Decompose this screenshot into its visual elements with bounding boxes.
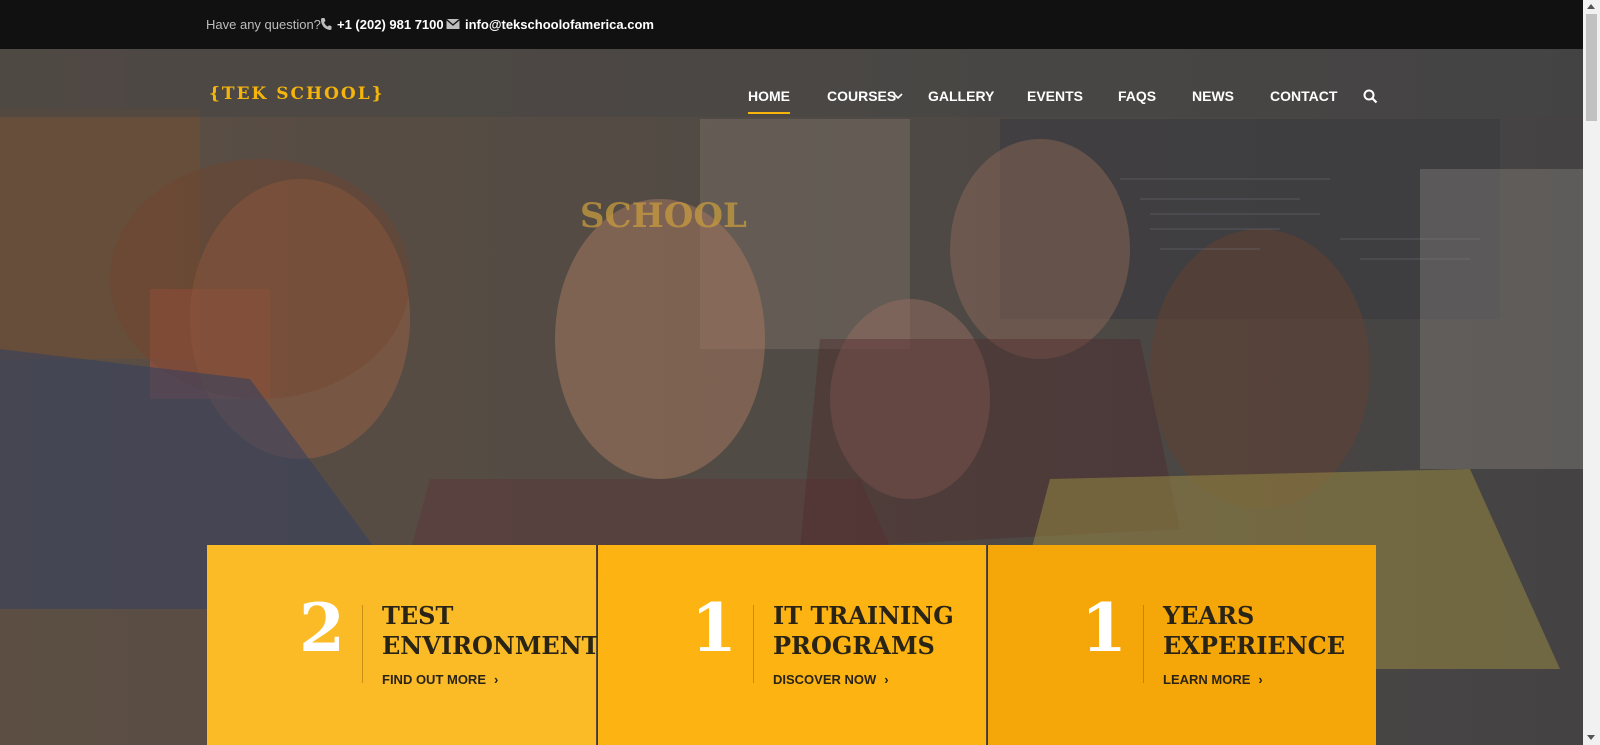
chevron-right-icon: › (494, 672, 499, 687)
school-sign-text: SCHOOL (580, 196, 747, 236)
nav-contact[interactable]: CONTACT (1270, 88, 1337, 104)
phone-link[interactable]: +1 (202) 981 7100 (337, 17, 444, 32)
learn-more-link[interactable]: LEARN MORE › (1163, 672, 1263, 687)
feature-divider (1143, 605, 1144, 683)
feature-number: 1 (1081, 589, 1127, 667)
link-label: LEARN MORE (1163, 672, 1251, 687)
nav-gallery[interactable]: GALLERY (928, 88, 994, 104)
phone-icon (321, 18, 332, 30)
scroll-thumb[interactable] (1586, 14, 1597, 121)
link-label: FIND OUT MORE (382, 672, 486, 687)
feature-title: YEARS EXPERIENCE (1163, 601, 1345, 661)
feature-box-test-environments: 2 TEST ENVIRONMENTS FIND OUT MORE › (207, 545, 617, 745)
feature-box-years-experience: 1 YEARS EXPERIENCE LEARN MORE › (987, 545, 1376, 745)
nav-courses[interactable]: COURSES (827, 88, 896, 104)
feature-title-line2: PROGRAMS (773, 631, 935, 660)
nav-news[interactable]: NEWS (1192, 88, 1234, 104)
scroll-down-arrow-icon[interactable] (1587, 735, 1595, 740)
feature-title-line1: YEARS (1163, 601, 1255, 630)
feature-title-line2: EXPERIENCE (1163, 631, 1346, 660)
feature-box-it-training: 1 IT TRAINING PROGRAMS DISCOVER NOW › (597, 545, 986, 745)
feature-title-line1: IT TRAINING (773, 601, 954, 630)
nav-home[interactable]: HOME (748, 88, 790, 114)
page-scrollbar[interactable] (1583, 0, 1600, 745)
nav-faqs[interactable]: FAQS (1118, 88, 1156, 104)
question-text: Have any question? (206, 17, 321, 32)
chevron-down-icon[interactable] (893, 92, 903, 100)
discover-now-link[interactable]: DISCOVER NOW › (773, 672, 889, 687)
chevron-right-icon: › (1258, 672, 1263, 687)
envelope-icon (446, 18, 460, 29)
feature-divider (362, 605, 363, 683)
feature-title: TEST ENVIRONMENTS (382, 601, 617, 661)
find-out-more-link[interactable]: FIND OUT MORE › (382, 672, 498, 687)
feature-number: 2 (299, 589, 345, 667)
nav-events[interactable]: EVENTS (1027, 88, 1083, 104)
link-label: DISCOVER NOW (773, 672, 877, 687)
feature-title-line1: TEST (382, 601, 454, 630)
feature-title: IT TRAINING PROGRAMS (773, 601, 954, 661)
site-logo[interactable]: {TEK SCHOOL} (209, 84, 385, 104)
email-link[interactable]: info@tekschoolofamerica.com (465, 17, 654, 32)
scroll-up-arrow-icon[interactable] (1587, 4, 1595, 9)
chevron-right-icon: › (884, 672, 889, 687)
header-shade (0, 49, 1583, 117)
search-icon[interactable] (1363, 89, 1378, 104)
feature-title-line2: ENVIRONMENTS (382, 631, 617, 660)
feature-number: 1 (691, 589, 737, 667)
top-info-bar: Have any question? +1 (202) 981 7100 inf… (0, 0, 1583, 49)
feature-divider (753, 605, 754, 683)
